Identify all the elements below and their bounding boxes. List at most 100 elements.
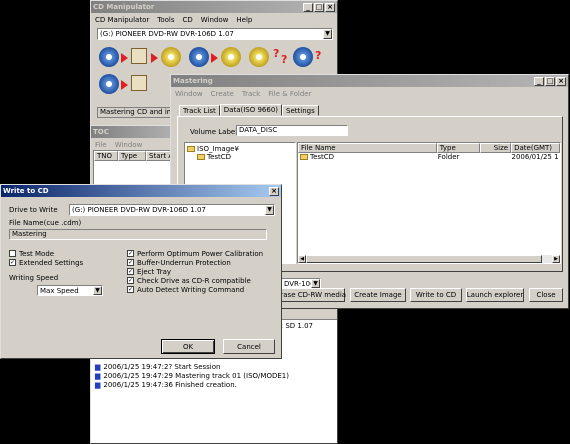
tree-child[interactable]: TestCD <box>187 153 293 161</box>
mastering-drive-value: DVR-106 <box>284 279 311 288</box>
menu-window[interactable]: Window <box>201 16 229 24</box>
minimize-button[interactable]: _ <box>303 2 313 12</box>
menu-track[interactable]: Track <box>242 90 260 98</box>
erase-cdrw-button[interactable]: Erase CD-RW media <box>276 288 346 302</box>
mastering-menubar: Window Create Track File & Folder <box>171 87 568 100</box>
disc-write-icon[interactable] <box>161 47 181 67</box>
menu-window[interactable]: Window <box>175 90 203 98</box>
arrow-right-icon <box>151 53 158 63</box>
mastering-titlebar[interactable]: Mastering _ □ × <box>171 75 568 87</box>
maximize-button[interactable]: □ <box>545 76 555 86</box>
write-to-cd-titlebar[interactable]: Write to CD × <box>1 185 281 197</box>
write-to-cd-button[interactable]: Write to CD <box>410 288 462 302</box>
disc-copy-target-icon[interactable] <box>221 47 241 67</box>
file-list[interactable]: File Name Type Size Date(GMT) TestCD Fol… <box>297 142 561 264</box>
log-line-text: 2006/1/25 19:47:2? Start Session <box>103 362 221 371</box>
file-list-header: File Name Type Size Date(GMT) <box>298 143 560 153</box>
row-size <box>480 153 511 161</box>
tab-data-iso[interactable]: Data(ISO 9660) <box>219 104 283 116</box>
opc-checkbox[interactable]: ✓ Perform Optimum Power Calibration <box>127 249 277 258</box>
table-row[interactable]: TestCD Folder 2006/01/25 1 <box>298 153 560 161</box>
minimize-button[interactable]: _ <box>534 76 544 86</box>
arrow-right-icon <box>121 80 128 90</box>
cdr-compatible-checkbox[interactable]: ✓ Check Drive as CD-R compatible <box>127 276 277 285</box>
close-button[interactable]: Close <box>529 288 563 302</box>
folder-icon <box>197 154 205 160</box>
auto-detect-command-checkbox[interactable]: ✓ Auto Detect Writing Command <box>127 285 277 294</box>
disc-read-icon[interactable] <box>99 47 119 67</box>
create-image-button[interactable]: Create Image <box>350 288 406 302</box>
volume-label-input[interactable]: DATA_DISC <box>236 125 348 136</box>
cd-manipulator-titlebar[interactable]: CD Manipulator _ □ × <box>91 1 337 13</box>
checkbox-box[interactable] <box>9 250 16 257</box>
buffer-underrun-checkbox[interactable]: ✓ Buffer-Underrun Protection <box>127 258 277 267</box>
tab-track-list[interactable]: Track List <box>179 105 220 116</box>
toc-menu-window[interactable]: Window <box>115 141 143 149</box>
toc-titlebar[interactable]: TOC <box>91 126 181 138</box>
window-title: CD Manipulator <box>93 3 155 11</box>
col-file-name[interactable]: File Name <box>298 143 437 153</box>
cdm-menubar: CD Manipulator Tools CD Window Help <box>91 13 337 26</box>
status-label: Mastering CD and image <box>97 107 173 118</box>
chevron-down-icon: ▼ <box>93 286 102 295</box>
menu-tools[interactable]: Tools <box>157 16 174 24</box>
question-icon: ? <box>273 47 280 60</box>
test-mode-checkbox[interactable]: Test Mode <box>9 249 119 258</box>
checkbox-box[interactable]: ✓ <box>127 277 134 284</box>
checkbox-box[interactable]: ✓ <box>9 259 16 266</box>
toc-col-type[interactable]: Type <box>118 151 146 161</box>
menu-file-folder[interactable]: File & Folder <box>268 90 311 98</box>
disc-copy-icon[interactable] <box>189 47 209 67</box>
drive-select[interactable]: (G:) PIONEER DVD-RW DVR-106D 1.07 ▼ <box>97 28 333 40</box>
checkbox-box[interactable]: ✓ <box>127 259 134 266</box>
toc-menu-file[interactable]: File <box>95 141 107 149</box>
tree-root[interactable]: ISO_Image¥ <box>187 145 293 153</box>
scroll-left-button[interactable]: ◀ <box>298 255 306 263</box>
launch-explorer-button[interactable]: Launch explorer <box>466 288 524 302</box>
tree-root-label: ISO_Image¥ <box>197 145 239 153</box>
ok-button[interactable]: OK <box>161 339 215 354</box>
checkbox-box[interactable]: ✓ <box>127 250 134 257</box>
disc-info-icon[interactable] <box>293 47 313 67</box>
floppy-icon[interactable] <box>131 75 147 91</box>
checkbox-box[interactable]: ✓ <box>127 286 134 293</box>
col-date[interactable]: Date(GMT) <box>511 143 560 153</box>
writing-speed-label: Writing Speed <box>9 274 59 282</box>
extended-settings-checkbox[interactable]: ✓ Extended Settings <box>9 258 119 267</box>
col-type[interactable]: Type <box>436 143 480 153</box>
folder-icon <box>300 154 308 160</box>
checkbox-label: Buffer-Underrun Protection <box>137 258 231 267</box>
tab-settings[interactable]: Settings <box>282 105 319 116</box>
col-size[interactable]: Size <box>479 143 512 153</box>
close-button[interactable]: × <box>325 2 335 12</box>
scroll-right-button[interactable]: ▶ <box>552 255 560 263</box>
scroll-thumb[interactable] <box>306 255 542 263</box>
writing-speed-value: Max Speed <box>40 286 79 295</box>
disc-image-icon[interactable] <box>99 74 119 94</box>
menu-help[interactable]: Help <box>236 16 252 24</box>
menu-cd[interactable]: CD <box>182 16 192 24</box>
checkbox-label: Eject Tray <box>137 267 172 276</box>
writing-speed-select[interactable]: Max Speed ▼ <box>37 285 103 296</box>
chevron-down-icon: ▼ <box>311 279 320 288</box>
cancel-button[interactable]: Cancel <box>223 339 275 354</box>
maximize-button[interactable]: □ <box>314 2 324 12</box>
eject-tray-checkbox[interactable]: ✓ Eject Tray <box>127 267 277 276</box>
drive-to-write-value: (G:) PIONEER DVD-RW DVR-106D 1.07 <box>72 206 206 214</box>
right-options: ✓ Perform Optimum Power Calibration ✓ Buff… <box>127 249 277 294</box>
file-name-field[interactable]: Mastering <box>9 229 267 240</box>
toc-col-tno[interactable]: TNO <box>94 151 118 161</box>
drive-to-write-select[interactable]: (G:) PIONEER DVD-RW DVR-106D 1.07 ▼ <box>69 204 275 216</box>
close-button[interactable]: × <box>556 76 566 86</box>
status-text: Mastering CD and image <box>100 108 173 116</box>
close-button[interactable]: × <box>269 186 279 196</box>
floppy-icon[interactable] <box>131 48 147 64</box>
drive-select-value: (G:) PIONEER DVD-RW DVR-106D 1.07 <box>100 30 234 38</box>
menu-cd-manipulator[interactable]: CD Manipulator <box>95 16 149 24</box>
disc-verify-icon[interactable] <box>249 47 269 67</box>
menu-create[interactable]: Create <box>211 90 234 98</box>
tab-strip: Track List Data(ISO 9660) Settings <box>179 104 319 116</box>
drive-to-write-label: Drive to Write <box>9 206 58 214</box>
checkbox-box[interactable]: ✓ <box>127 268 134 275</box>
horizontal-scrollbar[interactable]: ◀ ▶ <box>298 255 560 263</box>
